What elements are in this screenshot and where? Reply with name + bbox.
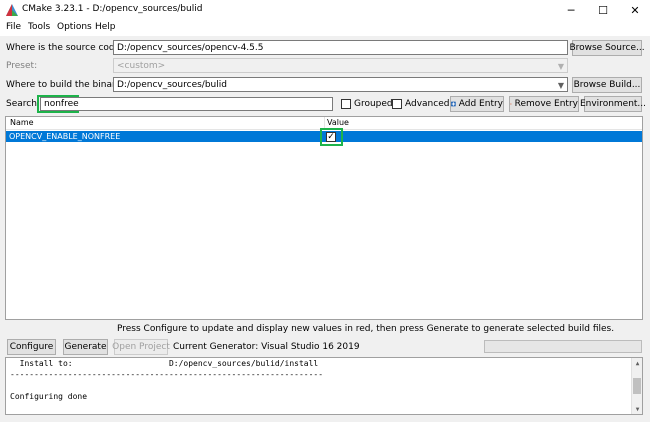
menu-tools[interactable]: Tools	[28, 22, 50, 32]
scroll-down-icon[interactable]: ▼	[632, 404, 642, 414]
log-line: Install to: D:/opencv_sources/bulid/inst…	[10, 359, 319, 368]
preset-value: <custom>	[117, 61, 166, 71]
menu-help[interactable]: Help	[95, 22, 116, 32]
output-log[interactable]: Install to: D:/opencv_sources/bulid/inst…	[5, 357, 643, 415]
preset-select: <custom> ▼	[113, 58, 568, 73]
advanced-checkbox[interactable]	[392, 99, 402, 109]
log-line: ----------------------------------------…	[10, 370, 324, 379]
cmake-app-icon	[6, 4, 18, 16]
add-entry-button[interactable]: Add Entry	[450, 96, 504, 112]
advanced-label[interactable]: Advanced	[405, 99, 449, 109]
source-path-input[interactable]: D:/opencv_sources/opencv-4.5.5	[113, 40, 568, 55]
search-label: Search:	[6, 99, 40, 109]
open-project-button: Open Project	[112, 339, 170, 355]
plus-icon	[451, 101, 456, 107]
chevron-down-icon[interactable]: ▼	[558, 80, 564, 92]
build-path-combo[interactable]: D:/opencv_sources/bulid ▼	[113, 77, 568, 92]
chevron-down-icon: ▼	[557, 62, 564, 71]
log-line: Configuring done	[10, 392, 88, 401]
preset-label: Preset:	[6, 61, 38, 71]
remove-entry-label: Remove Entry	[514, 99, 578, 109]
minimize-button[interactable]: ─	[557, 0, 585, 20]
scroll-up-icon[interactable]: ▲	[632, 358, 642, 368]
generate-button[interactable]: Generate	[63, 339, 108, 355]
column-header-name[interactable]: Name	[10, 118, 34, 127]
grouped-checkbox[interactable]	[341, 99, 351, 109]
source-label: Where is the source code:	[6, 43, 124, 53]
search-input[interactable]: nonfree	[40, 97, 333, 111]
x-icon	[510, 103, 512, 105]
menu-file[interactable]: File	[6, 22, 21, 32]
cache-table[interactable]: Name Value OPENCV_ENABLE_NONFREE ✓	[5, 116, 643, 320]
browse-source-button[interactable]: Browse Source...	[569, 40, 645, 56]
generator-label: Current Generator: Visual Studio 16 2019	[173, 342, 360, 352]
configure-hint: Press Configure to update and display ne…	[117, 324, 615, 334]
value-checkbox[interactable]: ✓	[326, 132, 336, 142]
build-path-value: D:/opencv_sources/bulid	[117, 80, 227, 90]
log-scrollbar[interactable]: ▲ ▼	[631, 358, 642, 414]
add-entry-label: Add Entry	[458, 99, 503, 109]
remove-entry-button[interactable]: Remove Entry	[509, 96, 579, 112]
window-title: CMake 3.23.1 - D:/opencv_sources/bulid	[22, 4, 203, 14]
environment-button[interactable]: Environment...	[580, 96, 646, 112]
scroll-thumb[interactable]	[633, 378, 641, 394]
column-header-value[interactable]: Value	[327, 118, 349, 127]
progress-bar	[484, 340, 642, 353]
close-button[interactable]: ✕	[621, 0, 649, 20]
browse-build-button[interactable]: Browse Build...	[572, 77, 642, 93]
maximize-button[interactable]: ☐	[589, 0, 617, 20]
grouped-label[interactable]: Grouped	[354, 99, 393, 109]
configure-button[interactable]: Configure	[7, 339, 56, 355]
menu-options[interactable]: Options	[57, 22, 92, 32]
entry-name: OPENCV_ENABLE_NONFREE	[9, 132, 121, 141]
